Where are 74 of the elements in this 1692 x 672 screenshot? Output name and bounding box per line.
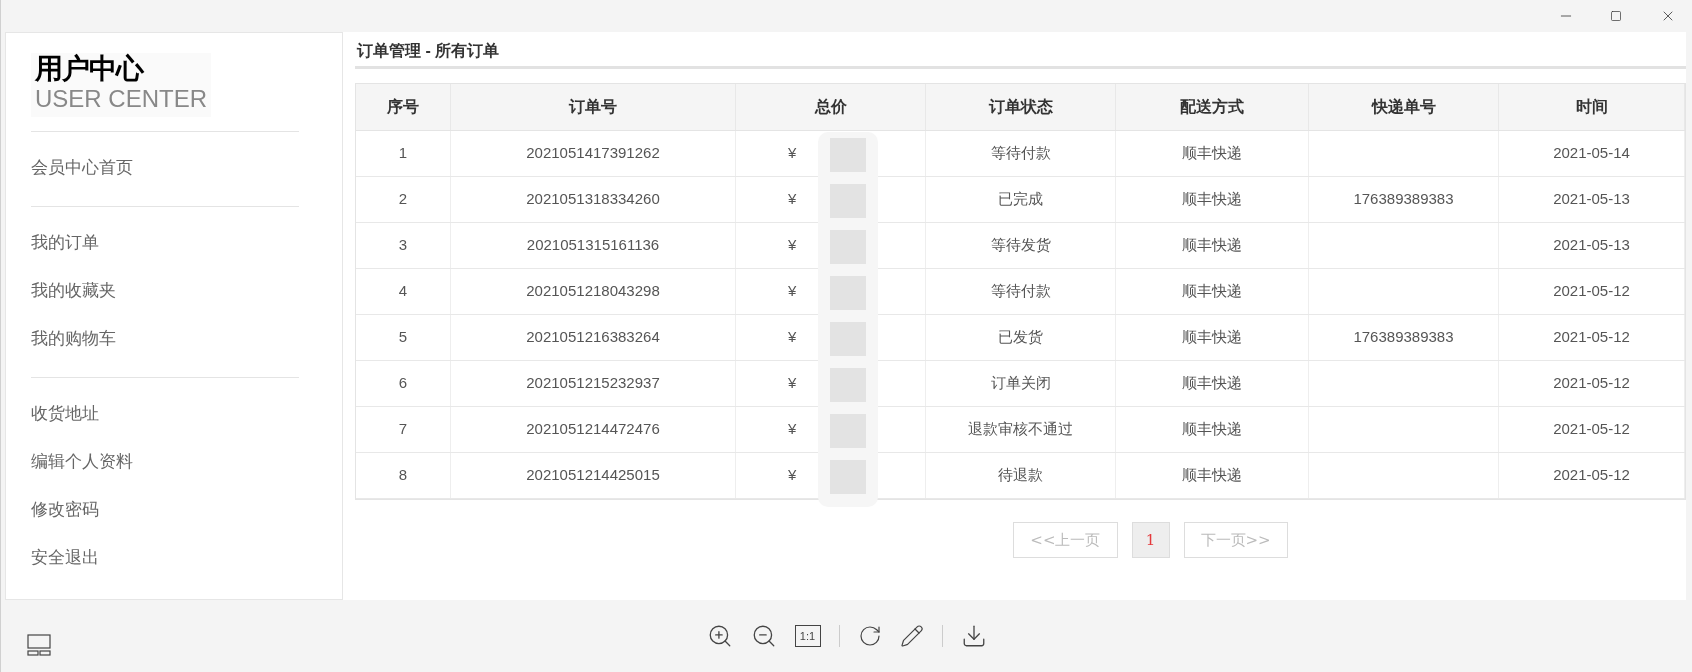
logo-subtitle: USER CENTER [35,85,208,113]
sidebar-link[interactable]: 我的收藏夹 [31,267,116,315]
table-cell-text: 2021051216383264 [526,327,660,348]
table-cell-text: 3 [398,235,408,256]
table-cell-text: 2021-05-12 [1553,327,1630,348]
logo-title: 用户中心 [35,53,145,85]
table-cell-text: 退款审核不通过 [968,419,1073,440]
table-cell-text: ¥ [788,327,797,348]
column-header: 序号 [356,84,451,130]
table-cell-text: ¥ [788,143,797,164]
table-cell-text: 2021-05-12 [1553,373,1630,394]
column-header: 配送方式 [1116,84,1309,130]
table-cell-text: 等待付款 [990,281,1051,302]
column-header: 订单号 [451,84,736,130]
table-cell-text: ¥ [788,189,797,210]
table-cell-text: 2021-05-12 [1553,281,1630,302]
table-cell-text: 4 [398,281,408,302]
layout-icon[interactable] [27,633,51,657]
sidebar-link[interactable]: 收货地址 [31,390,99,438]
table-cell-text: 待退款 [998,465,1043,486]
rotate-icon[interactable] [857,624,882,648]
table-cell-text: 8 [398,465,408,486]
table-cell-text: ¥ [788,373,797,394]
table-cell-text: 7 [398,419,408,440]
table-cell-text: 顺丰快递 [1182,419,1242,440]
table-cell-text: 2 [398,189,408,210]
maximize-icon[interactable] [1610,10,1622,22]
table-cell-text: 2021051318334260 [526,189,660,210]
table-cell-text: 顺丰快递 [1182,373,1242,394]
table-cell-text: 2021051215232937 [526,373,660,394]
column-header: 订单状态 [926,84,1116,130]
table-cell-text: 2021-05-12 [1553,419,1630,440]
column-header: 总价 [736,84,926,130]
table-cell-text: 2021-05-13 [1553,189,1630,210]
table-cell-text: 2021051214425015 [526,465,660,486]
table-cell-text: 已完成 [998,189,1043,210]
table-cell-text: 2021051315161136 [526,235,660,256]
table-cell-text: 顺丰快递 [1182,281,1242,302]
table-cell-text: 顺丰快递 [1182,143,1242,164]
table-cell-text: 2021-05-12 [1553,465,1630,486]
table-cell-text: 等待付款 [990,143,1051,164]
table-cell-text: 顺丰快递 [1182,327,1242,348]
table-cell-text: 顺丰快递 [1182,235,1242,256]
sidebar-link[interactable]: 我的订单 [31,219,99,267]
sidebar-link[interactable]: 编辑个人资料 [31,438,133,486]
table-cell-text: 2021051218043298 [526,281,660,302]
table-cell-text: 2021-05-14 [1553,143,1630,164]
table-cell-text: 2021-05-13 [1553,235,1630,256]
table-cell-text: ¥ [788,235,797,256]
table-cell-text: 顺丰快递 [1182,189,1242,210]
table-cell-text: 1 [398,143,408,164]
table-cell-text: 6 [398,373,408,394]
sidebar-link[interactable]: 会员中心首页 [31,144,133,192]
table-cell-text: ¥ [788,281,797,302]
table-cell-text: 176389389383 [1353,327,1454,348]
table-cell-text: 已发货 [998,327,1043,348]
column-header: 快递单号 [1309,84,1499,130]
actual-size-button[interactable]: 1:1 [794,625,821,647]
table-cell-text: 176389389383 [1353,189,1454,210]
pencil-icon[interactable] [899,624,924,648]
sidebar-link[interactable]: 修改密码 [31,486,99,534]
page-button[interactable]: 1 [1131,522,1170,558]
table-cell-text: 订单关闭 [990,373,1051,394]
table-cell-text: 等待发货 [990,235,1051,256]
table-cell-text: 2021051214472476 [526,419,660,440]
table-cell-text: 2021051417391262 [526,143,660,164]
table-cell-text: 顺丰快递 [1182,465,1242,486]
table-cell-text: ¥ [788,465,797,486]
sidebar-link[interactable]: 我的购物车 [31,315,116,363]
page-title: 订单管理 - 所有订单 [355,41,501,61]
column-header: 时间 [1499,84,1685,130]
sidebar-link[interactable]: 安全退出 [31,534,99,582]
table-cell-text: 5 [398,327,408,348]
table-cell-text: ¥ [788,419,797,440]
